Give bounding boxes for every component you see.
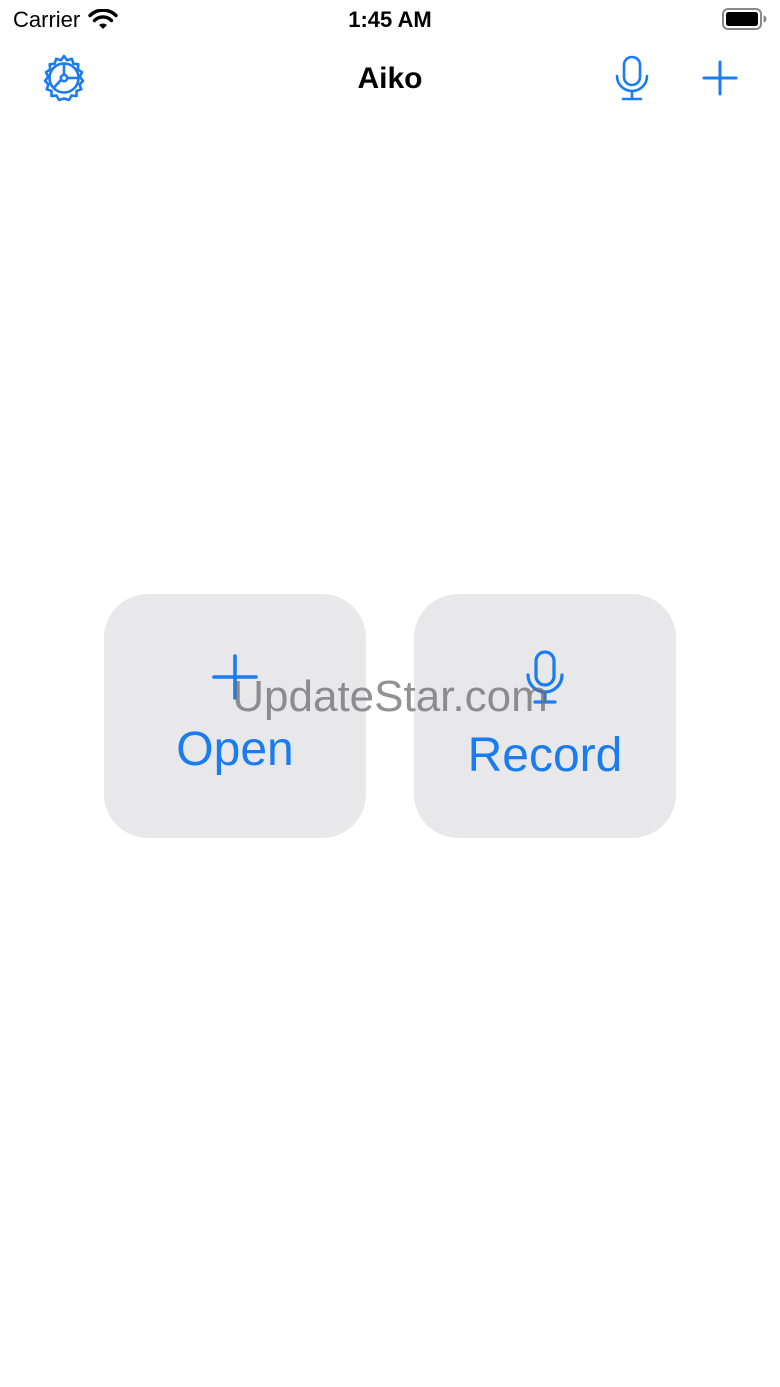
- plus-icon: [212, 654, 258, 705]
- open-button[interactable]: Open: [104, 594, 366, 838]
- page-title: Aiko: [357, 62, 423, 95]
- record-nav-button[interactable]: [606, 54, 658, 106]
- battery-icon: [722, 8, 768, 30]
- plus-icon: [701, 59, 739, 102]
- status-bar: Carrier 1:45 AM: [0, 0, 780, 40]
- open-label: Open: [176, 723, 294, 776]
- status-time: 1:45 AM: [348, 7, 432, 32]
- record-button[interactable]: Record: [414, 594, 676, 838]
- navigation-bar: Aiko: [0, 40, 780, 120]
- microphone-icon: [612, 54, 652, 107]
- add-nav-button[interactable]: [694, 54, 746, 106]
- app-screen: Carrier 1:45 AM Aiko Open Record UpdateS…: [0, 0, 780, 1387]
- record-label: Record: [467, 729, 623, 782]
- microphone-icon: [524, 649, 566, 712]
